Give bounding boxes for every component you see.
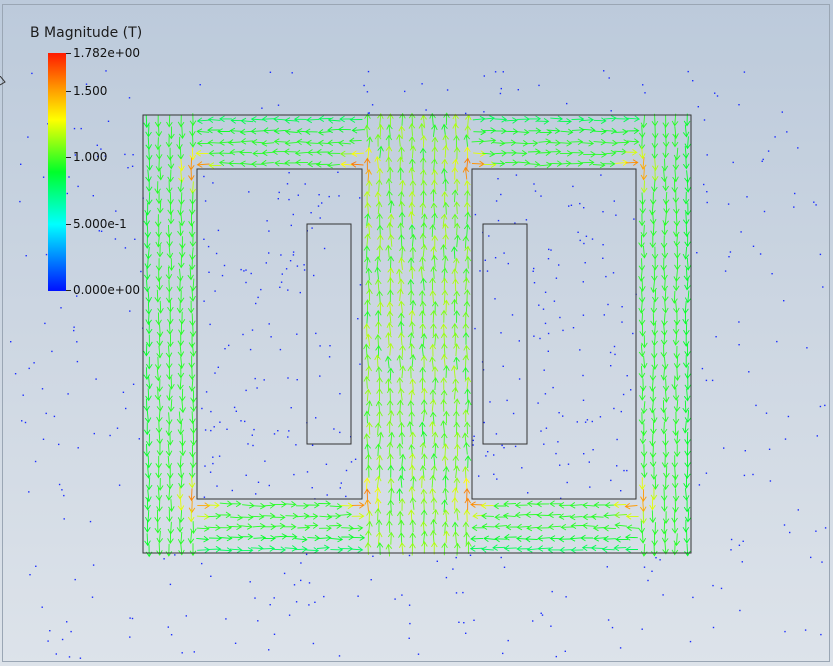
- render-viewport[interactable]: B Magnitude (T) 1.782e+00 1.500 1.000 5.…: [0, 0, 833, 666]
- legend-label-max: 1.782e+00: [73, 46, 141, 60]
- low-field-dots: [10, 70, 827, 659]
- right-coil-outline: [482, 223, 528, 445]
- legend-title: B Magnitude (T): [30, 25, 143, 41]
- legend-tick-1500: [66, 91, 71, 92]
- legend-label-min: 0.000e+00: [73, 283, 141, 297]
- core-outer-boundary: [142, 114, 692, 554]
- legend-tick-1000: [66, 157, 71, 158]
- legend-tick-max: [66, 53, 71, 54]
- legend-label-1500: 1.500: [73, 84, 108, 98]
- field-arrows: [143, 112, 692, 558]
- legend-label-1000: 1.000: [73, 150, 108, 164]
- colorbar: [48, 53, 66, 291]
- flux-density-vector-plot: [10, 70, 827, 659]
- legend-label-0500: 5.000e-1: [73, 217, 127, 231]
- left-window-outline: [196, 168, 363, 500]
- legend-tick-0500: [66, 224, 71, 225]
- legend-tick-min: [66, 290, 71, 291]
- right-window-outline: [471, 168, 637, 500]
- cursor-icon: [0, 76, 6, 86]
- left-coil-outline: [306, 223, 352, 445]
- geometry-outlines: [142, 114, 692, 554]
